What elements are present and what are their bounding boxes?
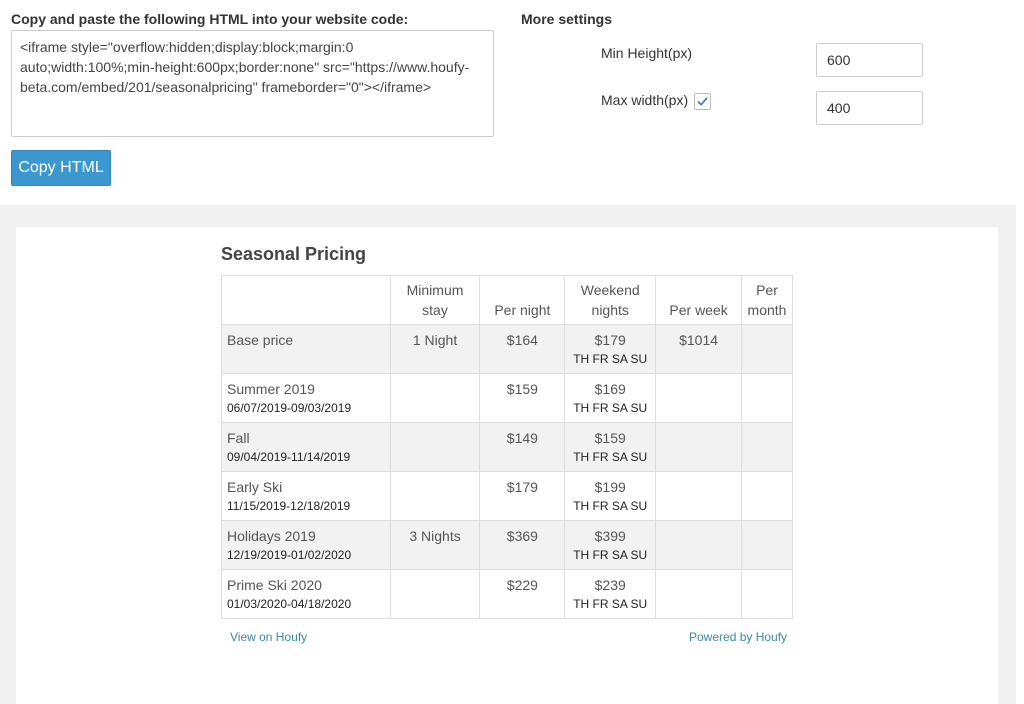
weekend-days: TH FR SA SU [573, 401, 648, 415]
minimum-stay-cell [389, 569, 481, 619]
season-cell: Base price [221, 324, 391, 374]
per-night-cell: $149 [479, 422, 566, 472]
per-week-cell [655, 569, 742, 619]
per-night-cell: $229 [479, 569, 566, 619]
weekend-cell: $179 TH FR SA SU [564, 324, 657, 374]
weekend-price: $169 [594, 381, 626, 397]
weekend-cell: $199 TH FR SA SU [564, 471, 657, 521]
weekend-cell: $159 TH FR SA SU [564, 422, 657, 472]
copy-html-button[interactable]: Copy HTML [11, 150, 111, 186]
per-week-cell [655, 471, 742, 521]
per-month-cell [740, 569, 794, 619]
more-settings-title: More settings [521, 11, 613, 27]
season-name: Base price [227, 332, 294, 348]
season-name: Holidays 2019 [227, 528, 316, 544]
seasonal-pricing-table: Minimum stay Per night Weekend nights Pe… [221, 275, 794, 619]
seasonal-pricing-title: Seasonal Pricing [221, 244, 367, 264]
season-cell: Early Ski 11/15/2019-12/18/2019 [221, 471, 391, 521]
table-row: Summer 2019 06/07/2019-09/03/2019 $159 $1… [221, 373, 794, 423]
per-night-cell: $369 [479, 520, 566, 570]
per-week-cell [655, 520, 742, 570]
view-on-houfy-link[interactable]: View on Houfy [230, 630, 307, 644]
table-row: Prime Ski 2020 01/03/2020-04/18/2020 $229… [221, 569, 794, 619]
season-name: Prime Ski 2020 [227, 577, 322, 593]
weekend-days: TH FR SA SU [573, 450, 648, 464]
per-night-cell: $164 [479, 324, 566, 374]
max-width-label: Max width(px) [601, 92, 689, 108]
season-dates: 11/15/2019-12/18/2019 [227, 499, 351, 513]
season-name: Fall [227, 430, 250, 446]
season-cell: Fall 09/04/2019-11/14/2019 [221, 422, 391, 472]
embed-code-label: Copy and paste the following HTML into y… [11, 11, 409, 27]
minimum-stay-cell [389, 373, 481, 423]
season-dates: 01/03/2020-04/18/2020 [227, 597, 352, 611]
per-week-cell [655, 422, 742, 472]
min-height-input[interactable] [816, 43, 923, 77]
weekend-days: TH FR SA SU [573, 352, 648, 366]
per-month-cell [740, 324, 794, 374]
table-row: Early Ski 11/15/2019-12/18/2019 $179 $199… [221, 471, 794, 521]
column-header-minimum-stay: Minimum stay [389, 275, 481, 325]
weekend-days: TH FR SA SU [573, 597, 648, 611]
season-dates: 06/07/2019-09/03/2019 [227, 401, 352, 415]
column-header-per-month: Per month [740, 275, 794, 325]
minimum-stay-cell [389, 471, 481, 521]
per-month-cell [740, 520, 794, 570]
season-cell: Summer 2019 06/07/2019-09/03/2019 [221, 373, 391, 423]
weekend-price: $179 [594, 332, 626, 348]
per-month-cell [740, 471, 794, 521]
weekend-price: $199 [594, 479, 626, 495]
season-dates: 09/04/2019-11/14/2019 [227, 450, 351, 464]
per-night-cell: $179 [479, 471, 566, 521]
season-cell: Holidays 2019 12/19/2019-01/02/2020 [221, 520, 391, 570]
per-month-cell [740, 373, 794, 423]
table-header-row: Minimum stay Per night Weekend nights Pe… [221, 275, 794, 325]
checkmark-icon [697, 97, 708, 106]
season-name: Summer 2019 [227, 381, 315, 397]
column-header-weekend-nights: Weekend nights [564, 275, 657, 325]
minimum-stay-cell: 3 Nights [389, 520, 481, 570]
weekend-price: $159 [594, 430, 626, 446]
minimum-stay-cell: 1 Night [389, 324, 481, 374]
column-header-per-week: Per week [655, 275, 742, 325]
weekend-price: $399 [594, 528, 626, 544]
weekend-cell: $169 TH FR SA SU [564, 373, 657, 423]
season-dates: 12/19/2019-01/02/2020 [227, 548, 352, 562]
max-width-checkbox[interactable] [694, 93, 711, 110]
powered-by-houfy-link[interactable]: Powered by Houfy [689, 630, 787, 644]
weekend-price: $239 [594, 577, 626, 593]
column-header-per-night: Per night [479, 275, 566, 325]
minimum-stay-cell [389, 422, 481, 472]
max-width-input[interactable] [816, 91, 923, 125]
per-night-cell: $159 [479, 373, 566, 423]
per-month-cell [740, 422, 794, 472]
embed-settings-panel: Copy and paste the following HTML into y… [0, 0, 1024, 205]
weekend-cell: $399 TH FR SA SU [564, 520, 657, 570]
weekend-cell: $239 TH FR SA SU [564, 569, 657, 619]
table-row: Holidays 2019 12/19/2019-01/02/2020 3 Nig… [221, 520, 794, 570]
embed-code-textarea[interactable] [11, 30, 494, 137]
season-name: Early Ski [227, 479, 283, 495]
weekend-days: TH FR SA SU [573, 548, 648, 562]
per-week-cell: $1014 [655, 324, 742, 374]
per-week-cell [655, 373, 742, 423]
table-row: Base price 1 Night $164 $179 TH FR SA SU … [221, 324, 794, 374]
season-cell: Prime Ski 2020 01/03/2020-04/18/2020 [221, 569, 391, 619]
table-row: Fall 09/04/2019-11/14/2019 $149 $159 TH FR… [221, 422, 794, 472]
min-height-label: Min Height(px) [601, 45, 693, 61]
column-header-season [221, 275, 391, 325]
weekend-days: TH FR SA SU [573, 499, 648, 513]
